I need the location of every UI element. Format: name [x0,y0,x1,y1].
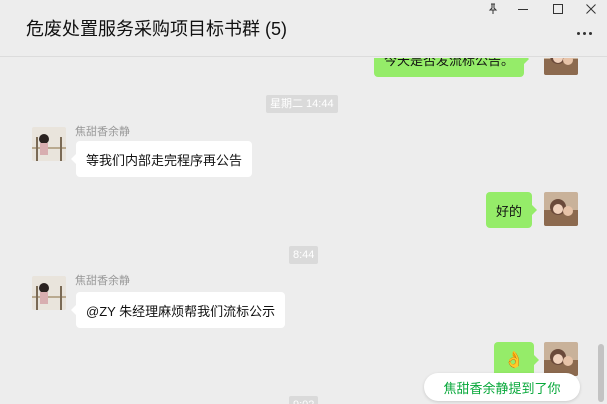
timestamp: 星期二 14:44 [266,95,338,113]
pin-button[interactable] [479,0,507,18]
timestamp: 9:02 [289,396,319,404]
minimize-button[interactable] [509,0,537,18]
sender-avatar[interactable] [32,276,66,310]
avatar-image [544,192,578,226]
chat-title: 危废处置服务采购项目标书群 (5) [26,19,287,39]
mention-notice-button[interactable]: 焦甜香余静提到了你 [424,373,580,401]
avatar-image [544,58,578,75]
self-avatar[interactable] [544,192,578,226]
maximize-icon [553,4,563,14]
more-dots-icon [577,32,580,35]
chat-header: 危废处置服务采购项目标书群 (5) [0,0,607,57]
message-bubble-other[interactable]: @ZY 朱经理麻烦帮我们流标公示 [70,292,286,328]
message-list[interactable]: 今天是否发流标公告。 星期二 14:44 焦甜香余静 等我们内部走完程序再公告 … [0,58,607,404]
avatar-image [32,127,66,161]
minimize-icon [518,9,528,10]
avatar-image [32,276,66,310]
avatar-image [544,342,578,376]
sender-name: 焦甜香余静 [75,275,130,287]
close-button[interactable] [577,0,605,18]
message-bubble-other[interactable]: 等我们内部走完程序再公告 [70,141,253,177]
more-options-button[interactable] [575,28,595,40]
self-avatar[interactable] [544,58,578,75]
sender-avatar[interactable] [32,127,66,161]
maximize-button[interactable] [544,0,572,18]
timestamp: 8:44 [289,246,319,264]
pin-icon [488,3,498,14]
scrollbar[interactable] [598,344,604,402]
self-avatar[interactable] [544,342,578,376]
more-dots-icon-dot [589,32,592,35]
sender-name: 焦甜香余静 [75,126,130,138]
message-bubble-self[interactable]: 好的 [486,192,538,228]
message-bubble-self[interactable]: 今天是否发流标公告。 [374,58,530,77]
close-icon [586,4,596,14]
more-dots-icon-dot [583,32,586,35]
